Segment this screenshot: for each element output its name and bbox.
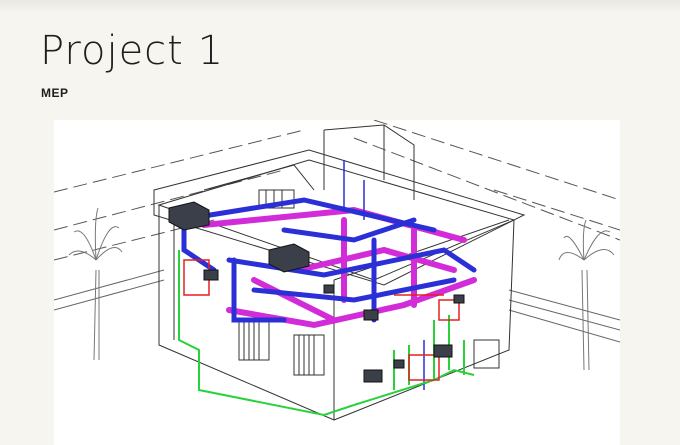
- street-lines: [54, 269, 620, 343]
- page-title: Project 1: [40, 28, 225, 74]
- page-subtitle: MEP: [41, 86, 69, 100]
- top-shadow-bar: [0, 0, 680, 14]
- mep-isometric-image: [54, 120, 620, 445]
- palm-tree-right: [558, 219, 615, 371]
- red-pipes: [183, 259, 460, 381]
